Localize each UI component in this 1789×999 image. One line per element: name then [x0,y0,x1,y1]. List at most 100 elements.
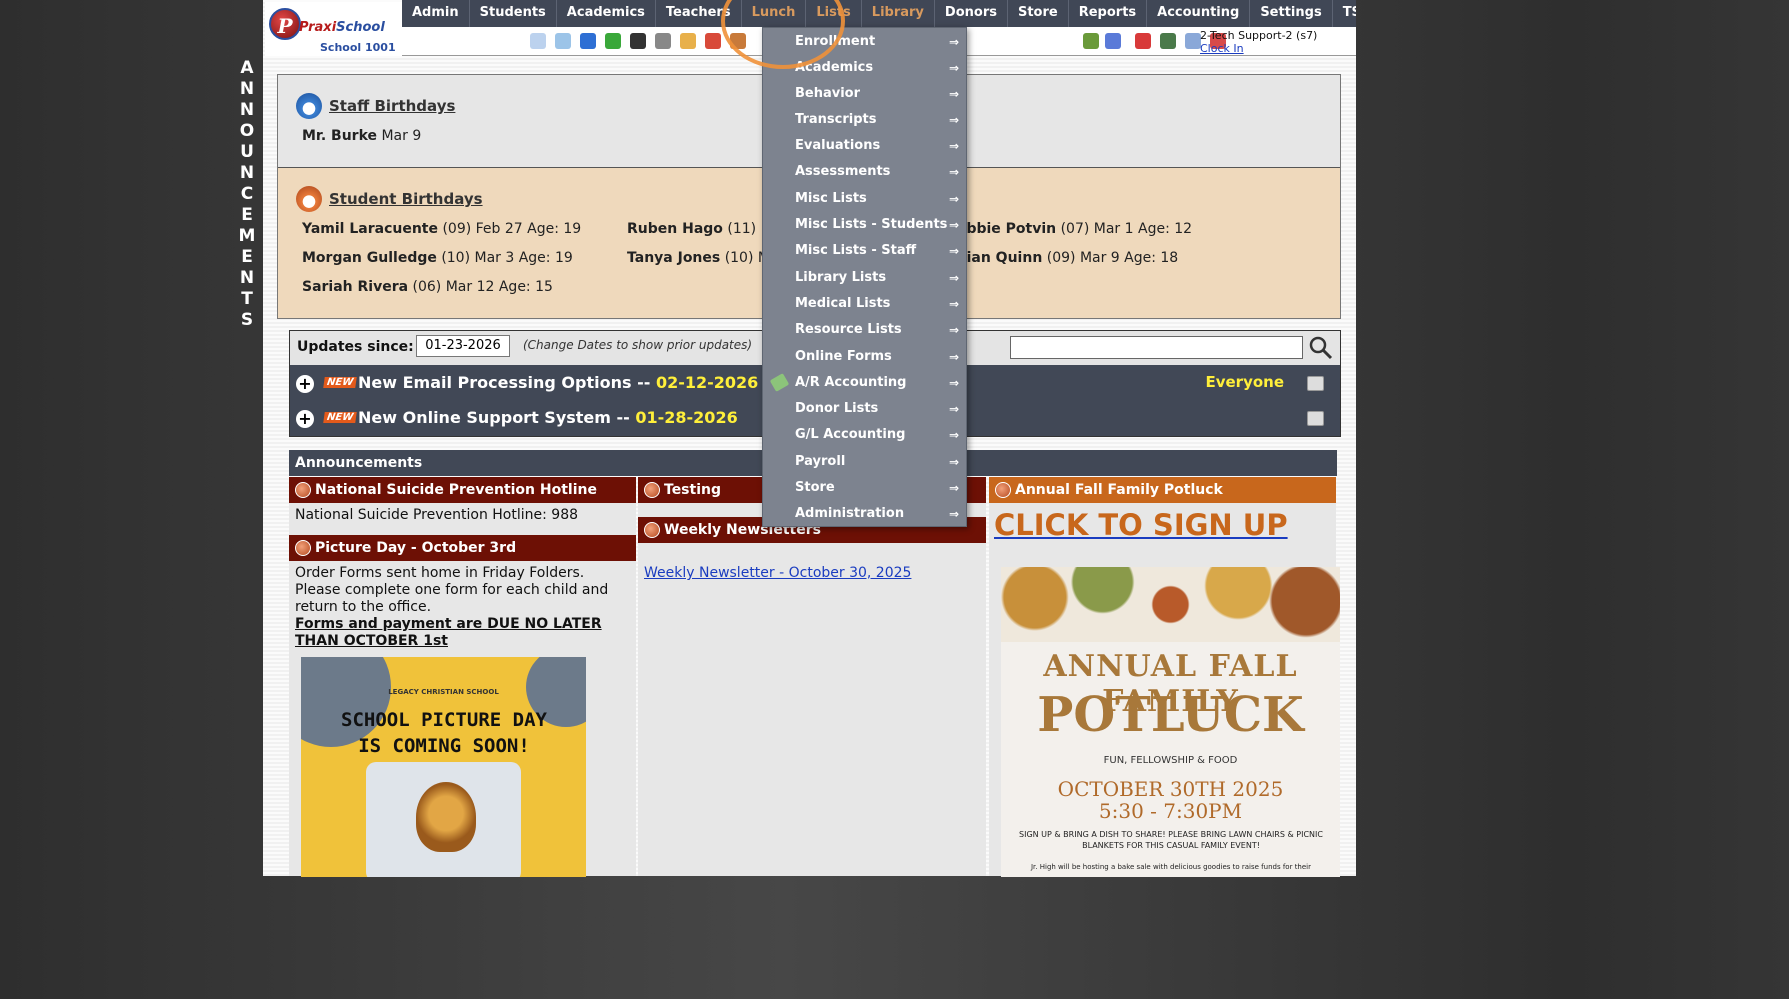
poster-time: 5:30 - 7:30PM [1098,799,1243,823]
lists-menu-item[interactable]: Medical Lists ⇒ [763,291,966,317]
chart-icon[interactable] [1083,33,1099,49]
print-icon[interactable] [1307,376,1324,391]
sign-up-link[interactable]: CLICK TO SIGN UP [989,503,1336,542]
lists-menu-item-label: Behavior [795,86,861,101]
user-name: 2-Tech Support-2 (s7) [1200,29,1318,42]
menu-donors[interactable]: Donors [935,0,1008,27]
clock-in-link[interactable]: Clock In [1200,42,1244,55]
update-title[interactable]: New Online Support System -- 01-28-2026 [358,408,738,427]
poster-title-line2: POTLUCK [1037,687,1304,743]
pdf-icon[interactable] [1135,33,1151,49]
lists-menu-item-label: G/L Accounting [795,427,906,442]
lists-menu-item-label: Transcripts [795,112,877,127]
update-title[interactable]: New Email Processing Options -- 02-12-20… [358,373,758,392]
vertical-letter: A [240,58,254,78]
lists-menu-item[interactable]: Misc Lists ⇒ [763,186,966,212]
updates-hint: (Change Dates to show prior updates) [523,338,753,352]
lists-menu-item[interactable]: Evaluations ⇒ [763,133,966,159]
help-icon[interactable] [1185,33,1201,49]
student-birthday-entry: llian Quinn (09) Mar 9 Age: 18 [957,250,1179,266]
phone-icon[interactable] [630,33,646,49]
submenu-arrow-icon: ⇒ [948,455,959,469]
menu-settings[interactable]: Settings [1250,0,1333,27]
praxischool-logo[interactable]: P PraxiSchool School 1001 [265,2,403,56]
submenu-arrow-icon: ⇒ [948,139,959,153]
lists-menu-item[interactable]: Assessments ⇒ [763,159,966,185]
submenu-arrow-icon: ⇒ [948,218,959,232]
submenu-arrow-icon: ⇒ [948,428,959,442]
announcement-title: National Suicide Prevention Hotline [289,477,636,503]
menu-academics[interactable]: Academics [557,0,656,27]
calendar-icon[interactable] [705,33,721,49]
vertical-letter: C [240,184,254,204]
menu-reports[interactable]: Reports [1069,0,1148,27]
lists-menu-item[interactable]: Administration ⇒ [763,501,966,527]
student-birthday-entry: Tanya Jones (10) M [627,250,770,266]
cash-icon[interactable] [1160,33,1176,49]
print-icon[interactable] [1307,411,1324,426]
submenu-arrow-icon: ⇒ [948,165,959,179]
student-birthday-entry: Yamil Laracuente (09) Feb 27 Age: 19 [302,221,582,237]
announcement-title: Picture Day - October 3rd [289,535,636,561]
lion-illustration [416,782,476,852]
submenu-arrow-icon: ⇒ [948,376,959,390]
newsletter-link[interactable]: Weekly Newsletter - October 30, 2025 [644,565,911,581]
search-icon[interactable] [1308,335,1334,361]
poster-headline: SCHOOL PICTURE DAY IS COMING SOON! [341,709,547,757]
submenu-arrow-icon: ⇒ [948,507,959,521]
lists-menu-item[interactable]: Resource Lists ⇒ [763,317,966,343]
submenu-arrow-icon: ⇒ [948,192,959,206]
menu-store[interactable]: Store [1008,0,1069,27]
student-birthday-entry: Morgan Gulledge (10) Mar 3 Age: 19 [302,250,573,266]
calendar-grid-icon[interactable] [555,33,571,49]
vertical-letter: N [239,100,255,120]
leaves-decoration [1001,567,1340,642]
updates-search-input[interactable] [1010,336,1303,359]
document-icon[interactable] [680,33,696,49]
lists-menu-item[interactable]: Donor Lists ⇒ [763,396,966,422]
search-icon[interactable] [530,33,546,49]
lists-menu-item[interactable]: Transcripts ⇒ [763,107,966,133]
submenu-arrow-icon: ⇒ [948,87,959,101]
lists-menu-item[interactable]: Payroll ⇒ [763,449,966,475]
lists-menu-item-label: Administration [795,506,905,521]
lists-menu-item-label: Assessments [795,164,891,179]
lists-menu-item[interactable]: Misc Lists - Students ⇒ [763,212,966,238]
lists-menu-item-label: Medical Lists [795,296,891,311]
lists-menu-item[interactable]: A/R Accounting ⇒ [763,370,966,396]
lists-menu-item[interactable]: Store ⇒ [763,475,966,501]
birthday-cake-icon [296,186,322,212]
submenu-arrow-icon: ⇒ [948,297,959,311]
ap-icon[interactable] [1105,33,1121,49]
student-birthdays-title[interactable]: Student Birthdays [329,190,483,208]
menu-admin[interactable]: Admin [402,0,470,27]
expand-icon[interactable]: + [296,375,314,393]
updates-since-date-input[interactable]: 01-23-2026 [416,335,510,357]
lists-dropdown-menu: Enrollment ⇒ Academics ⇒ Behavior ⇒ Transcript… [762,27,967,527]
announcement-title: Annual Fall Family Potluck [989,477,1336,503]
chat-icon[interactable] [605,33,621,49]
lists-menu-item[interactable]: Online Forms ⇒ [763,344,966,370]
lists-menu-item[interactable]: G/L Accounting ⇒ [763,422,966,448]
lists-menu-item-label: A/R Accounting [795,375,907,390]
menu-accounting[interactable]: Accounting [1147,0,1251,27]
lists-menu-item[interactable]: Library Lists ⇒ [763,265,966,291]
lists-menu-item[interactable]: Behavior ⇒ [763,81,966,107]
student-birthday-entry: abbie Potvin (07) Mar 1 Age: 12 [957,221,1193,237]
poster-date: OCTOBER 30TH 2025 [1057,777,1284,801]
staff-birthdays-title[interactable]: Staff Birthdays [329,97,455,115]
lists-menu-item[interactable]: Misc Lists - Staff ⇒ [763,238,966,264]
main-menu-bar: Admin Students Academics Teachers Lunch Lists… [402,0,1356,27]
menu-ts[interactable]: TS [1333,0,1356,27]
speaker-icon[interactable] [655,33,671,49]
email-icon[interactable] [580,33,596,49]
vertical-letter: N [239,79,255,99]
submenu-arrow-icon: ⇒ [948,271,959,285]
menu-library[interactable]: Library [862,0,935,27]
menu-students[interactable]: Students [470,0,557,27]
lists-menu-item-label: Donor Lists [795,401,879,416]
vertical-letter: T [241,289,253,309]
expand-icon[interactable]: + [296,410,314,428]
potluck-poster: ANNUAL FALL FAMILY POTLUCK FUN, FELLOWSH… [1001,567,1340,877]
vertical-letter: N [239,268,255,288]
